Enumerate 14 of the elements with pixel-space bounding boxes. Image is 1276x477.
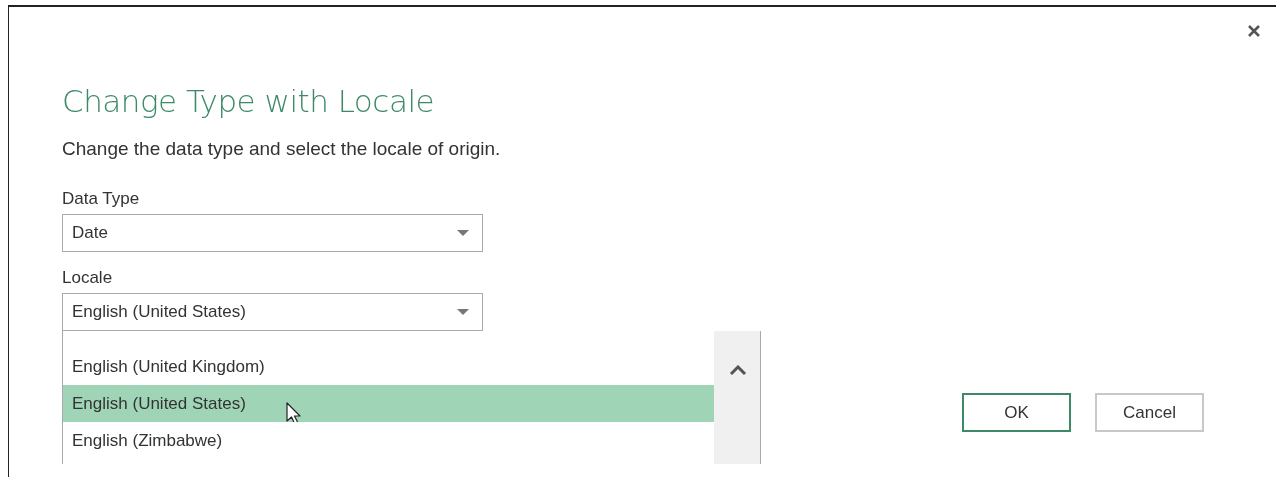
close-icon[interactable] <box>1248 25 1260 37</box>
field-label: Locale <box>62 267 114 289</box>
dialog-description: Change the data type and select the locale of origin. <box>62 137 502 161</box>
cancel-button[interactable]: Cancel <box>1095 393 1204 432</box>
list-item[interactable]: English (United States) <box>63 385 715 422</box>
scroll-up-icon[interactable] <box>729 365 747 376</box>
field-label: Data Type <box>62 188 141 210</box>
dialog-title: Change Type with Locale <box>62 82 436 121</box>
ok-button[interactable]: OK <box>962 393 1071 432</box>
scrollbar[interactable] <box>714 331 760 464</box>
caret-icon <box>457 309 469 315</box>
caret-icon <box>457 230 469 236</box>
locale-dropdown[interactable]: English (United States) <box>62 293 483 331</box>
data-type-dropdown[interactable]: Date <box>62 214 483 252</box>
